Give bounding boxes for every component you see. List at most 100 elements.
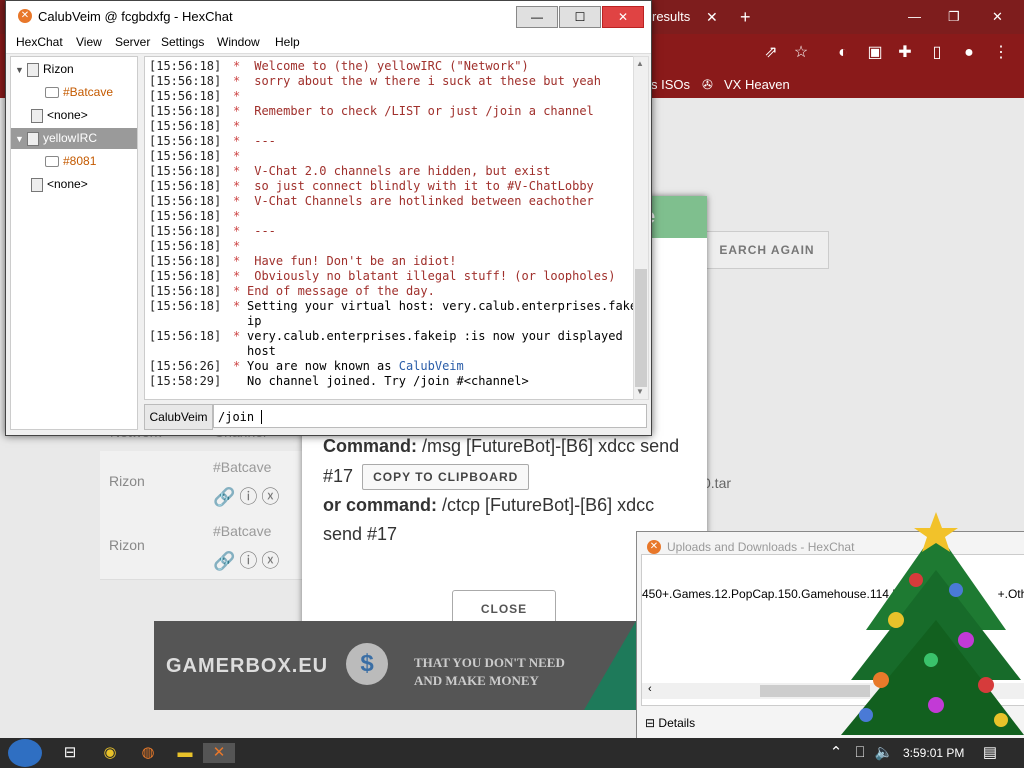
clock[interactable]: 3:59:01 PM: [903, 746, 964, 760]
chat-log[interactable]: [15:56:18] * Welcome to (the) yellowIRC (…: [144, 56, 634, 400]
menu-view[interactable]: View: [76, 35, 102, 49]
log-text: V-Chat Channels are hotlinked between ea…: [247, 194, 594, 208]
task-view-icon[interactable]: ⊟: [60, 743, 80, 763]
row-channel[interactable]: #Batcave: [213, 459, 271, 475]
maximize-button[interactable]: ☐: [559, 6, 601, 28]
collapse-icon[interactable]: ⊟: [645, 716, 655, 730]
tray-overflow-icon[interactable]: ⌃: [826, 743, 846, 763]
row-channel[interactable]: #Batcave: [213, 523, 271, 539]
ad-accent-shape: [584, 621, 636, 710]
menu-settings[interactable]: Settings: [161, 35, 204, 49]
tree-channel-batcave[interactable]: #Batcave: [45, 82, 113, 103]
ad-brand: GAMERBOX.EU: [166, 655, 329, 677]
log-text: host: [247, 344, 276, 358]
log-text: Remember to check /LIST or just /join a …: [247, 104, 594, 118]
log-text: Welcome to (the) yellowIRC ("Network"): [247, 59, 529, 73]
details-expander[interactable]: ⊟ Details: [645, 716, 695, 730]
minimize-button[interactable]: —: [516, 6, 558, 28]
tree-server-none[interactable]: <none>: [31, 174, 88, 195]
chat-scrollbar[interactable]: ▲ ▼: [633, 56, 649, 400]
uploads-window-title: Uploads and Downloads - HexChat: [667, 540, 855, 554]
sidebar-icon[interactable]: ▯: [926, 42, 948, 64]
tab-close-icon[interactable]: ✕: [706, 0, 718, 34]
log-line: [15:56:18] * ---: [149, 224, 276, 239]
message-input[interactable]: /join: [213, 404, 647, 428]
row-network: Rizon: [109, 537, 145, 553]
tree-server-yellowirc[interactable]: ▼ yellowIRC: [11, 128, 137, 149]
scroll-up-icon[interactable]: ▲: [636, 59, 644, 68]
log-separator: *: [233, 104, 241, 118]
server-icon: [31, 177, 43, 192]
extension-flag-icon[interactable]: ◐: [832, 42, 854, 64]
command-text: /msg [FutureBot]-[B6] xdcc send: [422, 436, 680, 456]
bookmark-star-icon[interactable]: ☆: [790, 42, 812, 64]
log-timestamp: [15:56:18]: [149, 134, 222, 148]
ad-banner[interactable]: GAMERBOX.EU $ THAT YOU DON'T NEED AND MA…: [154, 621, 636, 710]
share-icon[interactable]: ⇗: [760, 42, 782, 64]
new-tab-icon[interactable]: +: [740, 0, 751, 34]
log-text: End of message of the day.: [247, 284, 435, 298]
log-message: V-Chat Channels are hotlinked between ea…: [247, 194, 594, 209]
log-message: very.calub.enterprises.fakeip :is now yo…: [247, 329, 623, 344]
firefox-icon[interactable]: ◍: [138, 743, 158, 763]
tree-label: yellowIRC: [43, 131, 98, 145]
ornament: [949, 583, 963, 597]
bookmark-vx-heaven[interactable]: VX Heaven: [724, 77, 790, 92]
log-line: [15:58:29] No channel joined. Try /join #…: [149, 374, 529, 389]
scroll-down-icon[interactable]: ▼: [636, 387, 644, 396]
log-message: Remember to check /LIST or just /join a …: [247, 104, 594, 119]
menu-help[interactable]: Help: [275, 35, 300, 49]
profile-avatar-icon[interactable]: ●: [958, 42, 980, 64]
menu-window[interactable]: Window: [217, 35, 260, 49]
log-text: very.calub.enterprises.fakeip :is now yo…: [247, 329, 623, 343]
tree-server-none[interactable]: <none>: [31, 105, 88, 126]
start-button-icon[interactable]: [8, 739, 42, 767]
chrome-icon[interactable]: ◉: [100, 743, 120, 763]
channel-icon: [45, 156, 59, 168]
row-action-icons[interactable]: 🔗ⓘⓧ: [213, 547, 283, 573]
file-explorer-icon[interactable]: ▬: [175, 743, 195, 763]
nick-button[interactable]: CalubVeim: [144, 404, 213, 430]
menu-kebab-icon[interactable]: ⋮: [990, 42, 1012, 64]
taskbar: ⊟ ◉ ◍ ▬ ✕ ⌃ ⎕ 🔈 3:59:01 PM ▤: [0, 738, 1024, 768]
close-window-button[interactable]: ✕: [602, 6, 644, 28]
window-title: CalubVeim @ fcgbdxfg - HexChat: [38, 9, 233, 24]
log-text: Have fun! Don't be an idiot!: [247, 254, 457, 268]
log-message: Obviously no blatant illegal stuff! (or …: [247, 269, 615, 284]
menu-hexchat[interactable]: HexChat: [16, 35, 63, 49]
ornament: [978, 677, 994, 693]
extension-s-icon[interactable]: ▣: [864, 42, 886, 64]
tree-label: <none>: [47, 108, 88, 122]
tree-channel-8081[interactable]: #8081: [45, 151, 96, 172]
volume-icon[interactable]: 🔈: [874, 743, 894, 763]
log-timestamp: [15:56:18]: [149, 299, 222, 313]
extensions-puzzle-icon[interactable]: ✚: [894, 42, 916, 64]
browser-tab-title[interactable]: results: [652, 0, 690, 34]
log-line: [15:56:18] * ---: [149, 134, 276, 149]
log-message: Welcome to (the) yellowIRC ("Network"): [247, 59, 529, 74]
details-label: Details: [658, 716, 696, 730]
expand-arrow-icon[interactable]: ▼: [15, 129, 27, 150]
minimize-icon[interactable]: —: [908, 0, 921, 34]
close-icon[interactable]: ✕: [992, 0, 1003, 34]
log-text: so just connect blindly with it to #V-Ch…: [247, 179, 594, 193]
network-icon[interactable]: ⎕: [850, 743, 870, 763]
log-line: [15:56:18] *: [149, 149, 240, 164]
tree-server-rizon[interactable]: ▼ Rizon: [15, 59, 74, 80]
bookmark-isos[interactable]: s ISOs: [651, 77, 690, 92]
log-separator: *: [233, 224, 241, 238]
copy-to-clipboard-button[interactable]: COPY TO CLIPBOARD: [362, 464, 530, 491]
expand-arrow-icon[interactable]: ▼: [15, 60, 27, 81]
scroll-thumb[interactable]: [635, 269, 647, 387]
log-message: End of message of the day.: [247, 284, 435, 299]
row-action-icons[interactable]: 🔗ⓘⓧ: [213, 483, 283, 509]
search-again-button[interactable]: EARCH AGAIN: [706, 231, 829, 269]
hexchat-titlebar[interactable]: ✕ CalubVeim @ fcgbdxfg - HexChat — ☐ ✕: [6, 1, 651, 31]
scroll-left-icon[interactable]: ‹: [648, 683, 652, 695]
notifications-icon[interactable]: ▤: [980, 743, 1000, 763]
maximize-icon[interactable]: ❐: [948, 0, 960, 34]
log-nick[interactable]: CalubVeim: [399, 359, 464, 373]
hexchat-taskbar-icon[interactable]: ✕: [203, 743, 235, 763]
menu-server[interactable]: Server: [115, 35, 150, 49]
hexchat-logo-icon: ✕: [647, 540, 661, 554]
